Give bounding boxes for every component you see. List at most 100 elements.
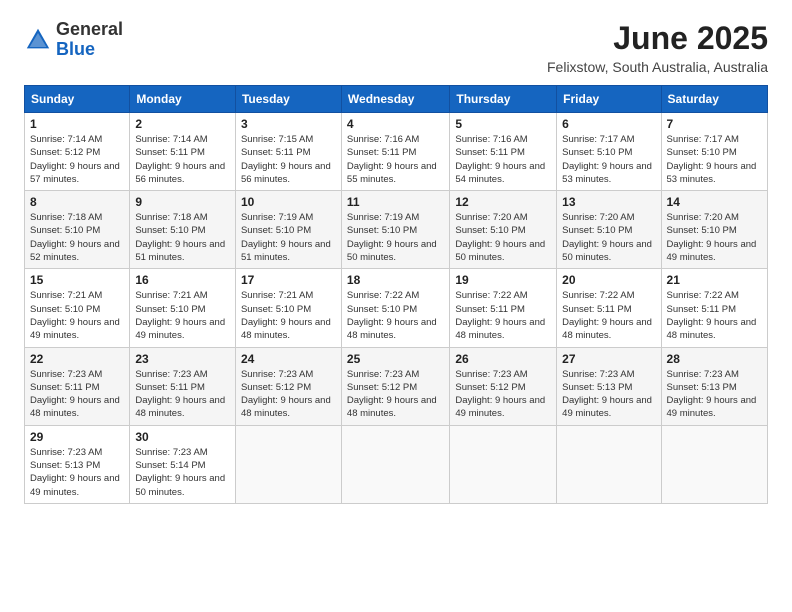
day-info: Sunrise: 7:20 AM Sunset: 5:10 PM Dayligh… (562, 211, 655, 264)
day-info: Sunrise: 7:18 AM Sunset: 5:10 PM Dayligh… (30, 211, 124, 264)
day-number: 12 (455, 195, 551, 209)
day-number: 15 (30, 273, 124, 287)
day-info: Sunrise: 7:22 AM Sunset: 5:11 PM Dayligh… (667, 289, 762, 342)
day-number: 7 (667, 117, 762, 131)
calendar-cell: 15Sunrise: 7:21 AM Sunset: 5:10 PM Dayli… (25, 269, 130, 347)
day-info: Sunrise: 7:23 AM Sunset: 5:11 PM Dayligh… (30, 368, 124, 421)
calendar-cell: 16 Sunrise: 7:21 AM Sunset: 5:10 PM Dayli… (130, 269, 236, 347)
day-info: Sunrise: 7:20 AM Sunset: 5:10 PM Dayligh… (667, 211, 762, 264)
title-block: June 2025 Felixstow, South Australia, Au… (547, 20, 768, 75)
day-info: Sunrise: 7:22 AM Sunset: 5:10 PM Dayligh… (347, 289, 444, 342)
calendar-cell: 4Sunrise: 7:16 AM Sunset: 5:11 PM Daylig… (341, 113, 449, 191)
calendar-cell: 30 Sunrise: 7:23 AM Sunset: 5:14 PM Dayli… (130, 425, 236, 503)
calendar-cell: 6 Sunrise: 7:17 AM Sunset: 5:10 PM Daylig… (557, 113, 661, 191)
day-number: 13 (562, 195, 655, 209)
calendar-header-row: SundayMondayTuesdayWednesdayThursdayFrid… (25, 86, 768, 113)
day-info: Sunrise: 7:22 AM Sunset: 5:11 PM Dayligh… (562, 289, 655, 342)
day-number: 17 (241, 273, 336, 287)
day-info: Sunrise: 7:23 AM Sunset: 5:14 PM Dayligh… (135, 446, 230, 499)
day-number: 3 (241, 117, 336, 131)
calendar-weekday-sunday: Sunday (25, 86, 130, 113)
day-number: 22 (30, 352, 124, 366)
day-info: Sunrise: 7:19 AM Sunset: 5:10 PM Dayligh… (347, 211, 444, 264)
calendar-cell: 23 Sunrise: 7:23 AM Sunset: 5:11 PM Dayli… (130, 347, 236, 425)
calendar-week-row-4: 22 Sunrise: 7:23 AM Sunset: 5:11 PM Dayli… (25, 347, 768, 425)
day-number: 4 (347, 117, 444, 131)
day-number: 21 (667, 273, 762, 287)
day-info: Sunrise: 7:14 AM Sunset: 5:12 PM Dayligh… (30, 133, 124, 186)
day-number: 14 (667, 195, 762, 209)
logo-general-text: General (56, 20, 123, 40)
calendar-week-row-3: 15 Sunrise: 7:21 AM Sunset: 5:10 PM Dayli… (25, 269, 768, 347)
calendar-cell (557, 425, 661, 503)
calendar-weekday-thursday: Thursday (450, 86, 557, 113)
location: Felixstow, South Australia, Australia (547, 59, 768, 75)
calendar-table: SundayMondayTuesdayWednesdayThursdayFrid… (24, 85, 768, 504)
day-info: Sunrise: 7:17 AM Sunset: 5:10 PM Dayligh… (562, 133, 655, 186)
calendar-weekday-saturday: Saturday (661, 86, 767, 113)
calendar-cell: 9 Sunrise: 7:18 AM Sunset: 5:10 PM Daylig… (130, 191, 236, 269)
calendar-week-row-5: 29Sunrise: 7:23 AM Sunset: 5:13 PM Dayli… (25, 425, 768, 503)
calendar-cell: 17Sunrise: 7:21 AM Sunset: 5:10 PM Dayli… (235, 269, 341, 347)
calendar-cell (341, 425, 449, 503)
day-number: 10 (241, 195, 336, 209)
calendar-weekday-monday: Monday (130, 86, 236, 113)
day-info: Sunrise: 7:21 AM Sunset: 5:10 PM Dayligh… (135, 289, 230, 342)
calendar-cell: 24 Sunrise: 7:23 AM Sunset: 5:12 PM Dayli… (235, 347, 341, 425)
day-number: 18 (347, 273, 444, 287)
logo-icon (24, 26, 52, 54)
calendar-cell: 10Sunrise: 7:19 AM Sunset: 5:10 PM Dayli… (235, 191, 341, 269)
day-info: Sunrise: 7:22 AM Sunset: 5:11 PM Dayligh… (455, 289, 551, 342)
day-info: Sunrise: 7:23 AM Sunset: 5:13 PM Dayligh… (562, 368, 655, 421)
calendar-cell: 20 Sunrise: 7:22 AM Sunset: 5:11 PM Dayli… (557, 269, 661, 347)
day-info: Sunrise: 7:23 AM Sunset: 5:12 PM Dayligh… (241, 368, 336, 421)
day-info: Sunrise: 7:23 AM Sunset: 5:13 PM Dayligh… (667, 368, 762, 421)
calendar-cell: 25 Sunrise: 7:23 AM Sunset: 5:12 PM Dayli… (341, 347, 449, 425)
day-number: 19 (455, 273, 551, 287)
calendar-cell: 7Sunrise: 7:17 AM Sunset: 5:10 PM Daylig… (661, 113, 767, 191)
day-info: Sunrise: 7:23 AM Sunset: 5:11 PM Dayligh… (135, 368, 230, 421)
header: General Blue June 2025 Felixstow, South … (24, 20, 768, 75)
calendar-cell (450, 425, 557, 503)
day-info: Sunrise: 7:23 AM Sunset: 5:12 PM Dayligh… (347, 368, 444, 421)
calendar-cell: 28 Sunrise: 7:23 AM Sunset: 5:13 PM Dayli… (661, 347, 767, 425)
calendar-week-row-2: 8Sunrise: 7:18 AM Sunset: 5:10 PM Daylig… (25, 191, 768, 269)
calendar-cell: 3 Sunrise: 7:15 AM Sunset: 5:11 PM Daylig… (235, 113, 341, 191)
calendar-cell: 2 Sunrise: 7:14 AM Sunset: 5:11 PM Daylig… (130, 113, 236, 191)
day-info: Sunrise: 7:20 AM Sunset: 5:10 PM Dayligh… (455, 211, 551, 264)
day-info: Sunrise: 7:18 AM Sunset: 5:10 PM Dayligh… (135, 211, 230, 264)
day-number: 28 (667, 352, 762, 366)
day-number: 30 (135, 430, 230, 444)
day-number: 20 (562, 273, 655, 287)
day-info: Sunrise: 7:16 AM Sunset: 5:11 PM Dayligh… (455, 133, 551, 186)
day-number: 11 (347, 195, 444, 209)
day-number: 9 (135, 195, 230, 209)
calendar-week-row-1: 1 Sunrise: 7:14 AM Sunset: 5:12 PM Daylig… (25, 113, 768, 191)
day-number: 5 (455, 117, 551, 131)
calendar-cell: 21 Sunrise: 7:22 AM Sunset: 5:11 PM Dayli… (661, 269, 767, 347)
day-number: 1 (30, 117, 124, 131)
day-info: Sunrise: 7:15 AM Sunset: 5:11 PM Dayligh… (241, 133, 336, 186)
day-number: 2 (135, 117, 230, 131)
day-info: Sunrise: 7:23 AM Sunset: 5:12 PM Dayligh… (455, 368, 551, 421)
day-number: 26 (455, 352, 551, 366)
month-title: June 2025 (547, 20, 768, 57)
day-number: 25 (347, 352, 444, 366)
calendar-cell: 29Sunrise: 7:23 AM Sunset: 5:13 PM Dayli… (25, 425, 130, 503)
logo: General Blue (24, 20, 123, 60)
day-number: 16 (135, 273, 230, 287)
calendar-cell (661, 425, 767, 503)
calendar-weekday-friday: Friday (557, 86, 661, 113)
calendar-weekday-tuesday: Tuesday (235, 86, 341, 113)
calendar-cell: 19 Sunrise: 7:22 AM Sunset: 5:11 PM Dayli… (450, 269, 557, 347)
calendar-cell: 8Sunrise: 7:18 AM Sunset: 5:10 PM Daylig… (25, 191, 130, 269)
day-number: 24 (241, 352, 336, 366)
page: General Blue June 2025 Felixstow, South … (0, 0, 792, 612)
day-number: 23 (135, 352, 230, 366)
calendar-cell: 11 Sunrise: 7:19 AM Sunset: 5:10 PM Dayli… (341, 191, 449, 269)
day-number: 6 (562, 117, 655, 131)
calendar-cell: 1 Sunrise: 7:14 AM Sunset: 5:12 PM Daylig… (25, 113, 130, 191)
calendar-cell: 22 Sunrise: 7:23 AM Sunset: 5:11 PM Dayli… (25, 347, 130, 425)
day-info: Sunrise: 7:14 AM Sunset: 5:11 PM Dayligh… (135, 133, 230, 186)
calendar-cell: 26 Sunrise: 7:23 AM Sunset: 5:12 PM Dayli… (450, 347, 557, 425)
